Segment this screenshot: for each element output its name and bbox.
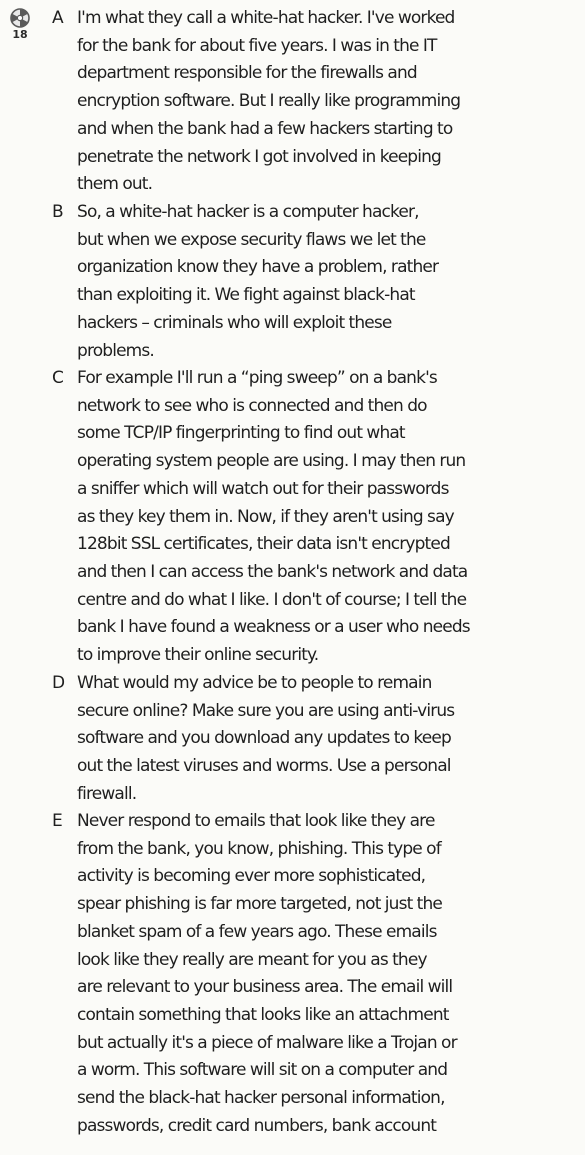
paragraph-text: What would my advice be to people to rem… (77, 670, 585, 809)
paragraph-text: So, a white-hat hacker is a computer hac… (77, 199, 585, 365)
text-line: problems. (77, 340, 155, 361)
paragraph-text: Never respond to emails that look like t… (77, 808, 585, 1140)
text-line: encryption software. But I really like p… (77, 91, 461, 112)
text-line: I'm what they call a white-hat hacker. I… (77, 8, 455, 28)
text-line: organization know they have a problem, r… (77, 257, 439, 278)
text-line: as they key them in. Now, if they aren't… (77, 506, 455, 527)
text-line: firewall. (77, 783, 137, 804)
text-line: but actually it's a piece of malware lik… (77, 1032, 458, 1053)
text-line: operating system people are using. I may… (77, 451, 466, 472)
text-line: and when the bank had a few hackers star… (77, 118, 453, 139)
text-line: a sniffer which will watch out for their… (77, 478, 449, 499)
paragraph-letter: E (52, 811, 63, 831)
text-line: but when we expose security flaws we let… (77, 229, 426, 250)
paragraph-letter: D (52, 673, 66, 693)
text-line: activity is becoming ever more sophistic… (77, 866, 426, 887)
text-line: send the black-hat hacker personal infor… (77, 1088, 445, 1109)
text-line: bank I have found a weakness or a user w… (77, 617, 471, 638)
text-line: department responsible for the firewalls… (77, 63, 418, 84)
text-line: passwords, credit card numbers, bank acc… (77, 1115, 437, 1136)
text-line: penetrate the network I got involved in … (77, 146, 442, 167)
track-number: 18 (12, 28, 28, 41)
text-line: a worm. This software will sit on a comp… (77, 1060, 448, 1081)
audio-disc-icon (10, 8, 30, 28)
text-line: 128bit SSL certificates, their data isn'… (77, 534, 451, 555)
paragraph-text: For example I'll run a “ping sweep” on a… (77, 365, 585, 670)
text-line: Never respond to emails that look like t… (77, 811, 435, 831)
text-line: So, a white-hat hacker is a computer hac… (77, 202, 420, 222)
text-line: from the bank, you know, phishing. This … (77, 838, 442, 859)
text-line: hackers – criminals who will exploit the… (77, 312, 392, 333)
text-line: contain something that looks like an att… (77, 1004, 449, 1025)
text-line: and then I can access the bank's network… (77, 561, 468, 582)
text-line: secure online? Make sure you are using a… (77, 700, 455, 721)
text-line: What would my advice be to people to rem… (77, 673, 432, 693)
paragraph-letter: B (52, 202, 64, 222)
text-line: them out. (77, 174, 153, 195)
text-line: out the latest viruses and worms. Use a … (77, 756, 452, 777)
text-line: centre and do what I like. I don't of co… (77, 589, 467, 610)
paragraph-letter: C (52, 368, 64, 388)
text-line: some TCP/IP fingerprinting to find out w… (77, 423, 406, 444)
text-line: spear phishing is far more targeted, not… (77, 894, 443, 915)
text-line: software and you download any updates to… (77, 728, 452, 749)
text-line: for the bank for about five years. I was… (77, 35, 437, 56)
text-line: network to see who is connected and then… (77, 395, 428, 416)
paragraph-text: I'm what they call a white-hat hacker. I… (77, 5, 585, 199)
text-line: than exploiting it. We fight against bla… (77, 285, 416, 306)
paragraph-letter: A (52, 8, 64, 28)
text-line: look like they really are meant for you … (77, 949, 428, 970)
text-line: to improve their online security. (77, 645, 319, 666)
text-line: blanket spam of a few years ago. These e… (77, 921, 437, 942)
audio-track-marker: 18 (6, 8, 34, 41)
text-line: are relevant to your business area. The … (77, 977, 453, 998)
page: 18 A I'm what they call a white-hat hack… (0, 0, 585, 1155)
text-line: For example I'll run a “ping sweep” on a… (77, 368, 438, 388)
